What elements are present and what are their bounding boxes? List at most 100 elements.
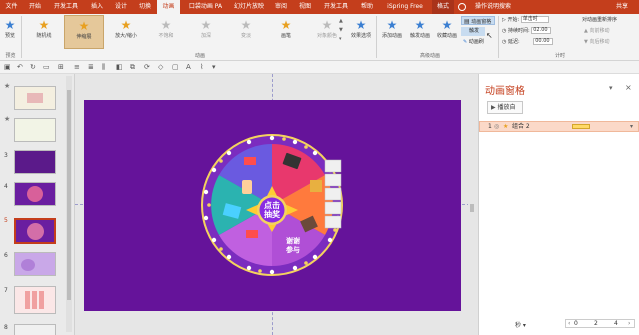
mouse-cursor-icon: ↖ [486, 31, 493, 40]
tab-help[interactable]: 帮助 [356, 0, 378, 14]
thumb-scrollbar[interactable] [66, 76, 72, 332]
effect-grow-shrink[interactable]: ★ 放大/缩小 [106, 18, 146, 39]
thumb-shape [25, 291, 45, 309]
seconds-dropdown[interactable]: 秒 ▾ [515, 320, 526, 329]
effect-options-button[interactable]: ★ 效果选项 [349, 18, 373, 39]
clock-icon: ◷ [502, 39, 507, 45]
lightbulb-icon [458, 3, 466, 11]
tab-slideshow[interactable]: 幻灯片放映 [230, 0, 268, 14]
text-icon[interactable]: A [186, 63, 191, 71]
group-label-preview: 预览 [5, 53, 16, 59]
ribbon: ★ 预览 ★ 随机线 ★ 伸缩展 ★ 放大/缩小 ★ 不饱和 ★ 加深 ★ 变淡… [0, 14, 639, 61]
effect-stretch[interactable]: ★ 伸缩展 [64, 15, 104, 49]
save-icon[interactable]: ▣ [4, 63, 11, 71]
duration-field[interactable]: ◷ 持续时间: 02.00 [502, 27, 552, 36]
segment-label: 谢谢 参与 [286, 237, 300, 254]
slide-thumb-8[interactable] [14, 324, 56, 335]
thumb-shape [27, 93, 43, 103]
trigger-animation-button[interactable]: ★ 触发动画 [407, 18, 433, 39]
close-icon[interactable]: × [625, 83, 632, 92]
ribbon-tab-bar: 文件 开始 开发工具 插入 设计 切换 动画 口袋动画 PA 幻灯片放映 审阅 … [0, 0, 639, 14]
arrow-down-icon: ▼ [584, 39, 588, 45]
slide-canvas: 点击 抽奖 谢谢 参与 [75, 74, 472, 335]
rotate-icon[interactable]: ⟳ [144, 63, 150, 71]
thumb-scroll-thumb[interactable] [67, 90, 71, 300]
start-slideshow-icon[interactable]: ▭ [43, 63, 50, 71]
slide-thumb-2[interactable] [14, 118, 56, 142]
preview-button[interactable]: ★ 预览 [2, 18, 18, 39]
canvas-scroll-thumb[interactable] [470, 204, 474, 212]
slide-thumb-3[interactable] [14, 150, 56, 174]
star-icon: ★ [280, 18, 292, 32]
slide[interactable]: 点击 抽奖 谢谢 参与 [84, 100, 461, 311]
group-label-timing: 计时 [554, 53, 565, 59]
center-button-label[interactable]: 点击 抽奖 [258, 201, 286, 219]
tab-home[interactable]: 开始 [24, 0, 46, 14]
more-icon[interactable]: ▾ [212, 63, 216, 71]
tab-ispring[interactable]: iSpring Free [380, 0, 430, 14]
delay-field[interactable]: ◷ 延迟: 00.00 [502, 38, 554, 47]
chevron-left-icon[interactable]: ‹ [568, 320, 570, 327]
redo-icon[interactable]: ↻ [30, 63, 36, 71]
share-button[interactable]: 共享 [608, 0, 636, 14]
timing-bar[interactable] [572, 124, 590, 129]
tab-developer[interactable]: 开发工具 [48, 0, 84, 14]
star-icon: ★ [38, 18, 50, 32]
slide-thumb-4[interactable] [14, 182, 56, 206]
tab-developer-2[interactable]: 开发工具 [318, 0, 354, 14]
arrow-up-icon: ▲ [584, 28, 588, 34]
start-field[interactable]: ▷ 开始: 单击时 [502, 16, 549, 25]
outline-icon[interactable]: ▢ [172, 63, 179, 71]
trigger-dropdown[interactable]: 触发 [461, 27, 485, 36]
effect-desaturate[interactable]: ★ 不饱和 [146, 18, 186, 39]
chevron-right-icon[interactable]: › [628, 320, 630, 327]
tab-transitions[interactable]: 切换 [134, 0, 156, 14]
slide-thumb-1[interactable] [14, 86, 56, 110]
effect-lighten[interactable]: ★ 变淡 [226, 18, 266, 39]
tab-animations[interactable]: 动画 [157, 0, 180, 14]
star-icon: ★ [441, 18, 453, 32]
animation-pane-button[interactable]: ▤ 动画窗格 [461, 16, 495, 25]
animation-pane: 动画窗格 ▾ × ▶ 播放自 1 ◎ ★ 组合 2 ▾ 秒 ▾ ‹ 0 2 4 … [478, 74, 639, 335]
undo-icon[interactable]: ↶ [17, 63, 23, 71]
favorite-animation-button[interactable]: ★ 收藏动画 [434, 18, 460, 39]
star-icon: ★ [240, 18, 252, 32]
tell-me-search[interactable]: 操作说明搜索 [468, 0, 518, 14]
fill-icon[interactable]: ◇ [158, 63, 163, 71]
play-from-button[interactable]: ▶ 播放自 [487, 101, 523, 114]
distribute-icon[interactable]: ⫼ [102, 63, 105, 72]
slide-thumb-5-selected[interactable] [14, 218, 56, 244]
slide-number: 8 [4, 324, 8, 331]
group-icon[interactable]: ⧉ [130, 63, 135, 72]
effect-random-lines[interactable]: ★ 随机线 [24, 18, 64, 39]
tab-insert[interactable]: 插入 [86, 0, 108, 14]
align-center-icon[interactable]: ≣ [88, 63, 94, 71]
brush-icon: ✎ [463, 39, 468, 45]
pane-options-icon[interactable]: ▾ [609, 84, 613, 92]
add-animation-button[interactable]: ★ 添加动画 [379, 18, 405, 39]
effect-brush[interactable]: ★ 画笔 [266, 18, 306, 39]
gallery-scroll[interactable]: ▲ ▼ ▾ [339, 17, 347, 47]
canvas-scrollbar[interactable] [468, 74, 476, 335]
eyedropper-icon[interactable]: ⌇ [200, 63, 203, 71]
move-earlier-button[interactable]: ▲ 向前移动 [584, 27, 609, 36]
align-icon[interactable]: ≡ [74, 63, 80, 71]
tab-review[interactable]: 审阅 [270, 0, 292, 14]
timeline-ruler[interactable]: ‹ 0 2 4 › [565, 319, 635, 328]
animation-list-item[interactable]: 1 ◎ ★ 组合 2 ▾ [479, 121, 639, 132]
layout-icon[interactable]: ⊞ [58, 63, 64, 71]
tab-pocket-animation[interactable]: 口袋动画 PA [183, 0, 228, 14]
chevron-down-icon[interactable]: ▾ [630, 122, 633, 131]
tab-file[interactable]: 文件 [2, 0, 21, 14]
tab-view[interactable]: 视图 [294, 0, 316, 14]
slide-number: 7 [4, 287, 8, 294]
slide-thumb-7[interactable] [14, 286, 56, 314]
shape-icon[interactable]: ◧ [116, 63, 123, 71]
tab-design[interactable]: 设计 [110, 0, 132, 14]
effect-darken[interactable]: ★ 加深 [186, 18, 226, 39]
slide-thumb-6[interactable] [14, 252, 56, 276]
move-later-button[interactable]: ▼ 向后移动 [584, 38, 609, 47]
play-icon: ▶ [491, 104, 496, 111]
tab-format[interactable]: 格式 [432, 0, 454, 14]
